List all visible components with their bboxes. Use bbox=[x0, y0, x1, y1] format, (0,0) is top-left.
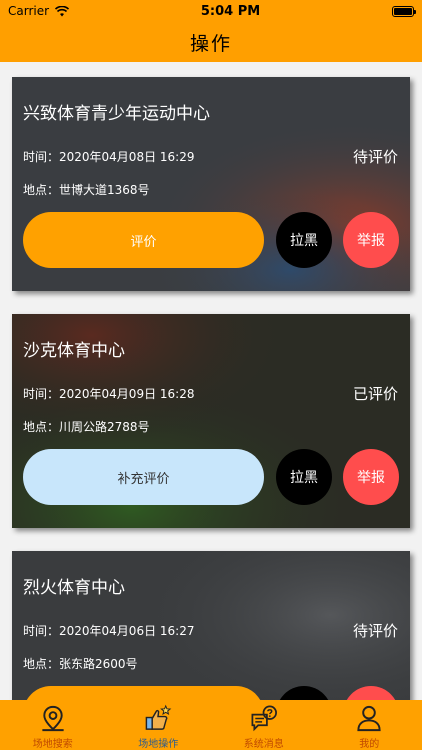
venue-name: 沙克体育中心 bbox=[23, 341, 125, 361]
tab-label: 系统消息 bbox=[243, 739, 284, 750]
tab-system-messages[interactable]: 系统消息 bbox=[211, 700, 317, 750]
tab-venue-operations[interactable]: 场地操作 bbox=[106, 700, 212, 750]
carrier-label: Carrier bbox=[8, 4, 50, 18]
review-button[interactable]: 评价 bbox=[23, 212, 264, 268]
wifi-icon bbox=[55, 5, 70, 16]
review-status: 待评价 bbox=[352, 622, 398, 640]
venue-address: 地点：张东路2600号 bbox=[23, 657, 138, 671]
battery-icon bbox=[392, 5, 416, 17]
visit-time: 时间：2020年04月09日 16:28 bbox=[23, 387, 195, 401]
report-button[interactable]: 举报 bbox=[343, 449, 399, 505]
tab-bar: 场地搜索 场地操作 系统消息 我的 bbox=[0, 700, 422, 750]
review-status: 待评价 bbox=[352, 148, 398, 166]
tab-label: 我的 bbox=[359, 739, 380, 750]
nav-bar: 操作 bbox=[0, 22, 422, 62]
tab-label: 场地搜索 bbox=[32, 739, 73, 750]
review-status: 已评价 bbox=[352, 385, 398, 403]
thumbs-up-star-icon bbox=[145, 704, 172, 730]
record-list[interactable]: 兴致体育青少年运动中心 时间：2020年04月08日 16:29 待评价 地点：… bbox=[0, 62, 422, 700]
status-bar: Carrier 5:04 PM bbox=[0, 0, 422, 22]
report-button[interactable]: 举报 bbox=[343, 212, 399, 268]
clock: 5:04 PM bbox=[200, 3, 261, 19]
supplement-review-button[interactable]: 补充评价 bbox=[23, 449, 264, 505]
review-button[interactable]: 评价 bbox=[23, 686, 264, 700]
block-button[interactable]: 拉黑 bbox=[276, 449, 332, 505]
record-card: 兴致体育青少年运动中心 时间：2020年04月08日 16:29 待评价 地点：… bbox=[12, 77, 410, 291]
visit-time: 时间：2020年04月08日 16:29 bbox=[23, 150, 195, 164]
venue-address: 地点：川周公路2788号 bbox=[23, 420, 150, 434]
tab-label: 场地操作 bbox=[138, 739, 179, 750]
location-pin-icon bbox=[42, 705, 64, 732]
page-title: 操作 bbox=[189, 32, 232, 55]
block-button[interactable]: 拉黑 bbox=[276, 212, 332, 268]
venue-name: 兴致体育青少年运动中心 bbox=[23, 104, 210, 124]
record-card: 沙克体育中心 时间：2020年04月09日 16:28 已评价 地点：川周公路2… bbox=[12, 314, 410, 528]
tab-venue-search[interactable]: 场地搜索 bbox=[0, 700, 106, 750]
visit-time: 时间：2020年04月06日 16:27 bbox=[23, 624, 195, 638]
tab-profile[interactable]: 我的 bbox=[317, 700, 422, 750]
chat-question-icon bbox=[251, 705, 277, 732]
venue-address: 地点：世博大道1368号 bbox=[23, 183, 150, 197]
record-card: 烈火体育中心 时间：2020年04月06日 16:27 待评价 地点：张东路26… bbox=[12, 551, 410, 700]
venue-name: 烈火体育中心 bbox=[23, 578, 125, 598]
user-icon bbox=[357, 705, 381, 732]
